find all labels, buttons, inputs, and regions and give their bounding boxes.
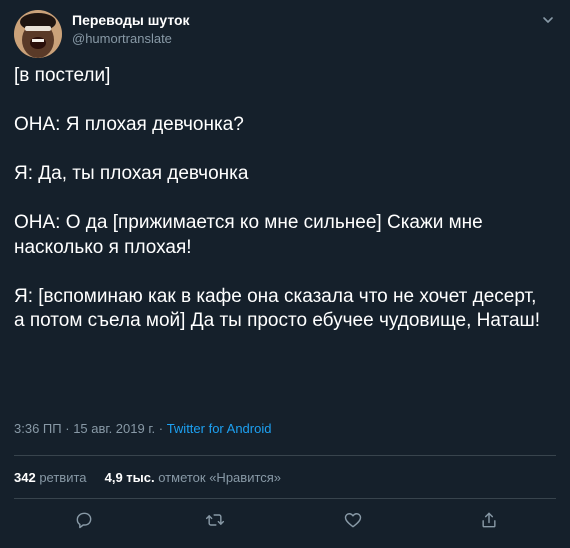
retweets-count: 342 [14, 470, 36, 485]
tweet-line: ОНА: Я плохая девчонка? [14, 114, 244, 135]
retweet-button[interactable] [205, 510, 229, 534]
tweet-line: [в постели] [14, 65, 111, 86]
meta-separator: · [158, 421, 164, 436]
tweet-line [14, 260, 544, 285]
tweet-line [14, 138, 544, 163]
likes-label: отметок «Нравится» [158, 470, 282, 485]
tweet-line [14, 89, 544, 114]
heart-icon [344, 513, 362, 528]
chevron-down-icon[interactable] [540, 12, 556, 28]
share-icon [482, 512, 496, 528]
tweet-line: Я: Да, ты плохая девчонка [14, 163, 249, 184]
divider [14, 455, 556, 456]
tweet-line: ОНА: О да [прижимается ко мне сильнее] С… [14, 212, 483, 258]
avatar[interactable] [14, 10, 62, 58]
tweet-actions [0, 510, 570, 538]
tweet-line [14, 187, 544, 212]
tweet-text: [в постели] ОНА: Я плохая девчонка? Я: Д… [14, 64, 544, 334]
tweet-date[interactable]: 15 авг. 2019 г. [73, 421, 155, 436]
tweet-time[interactable]: 3:36 ПП [14, 421, 62, 436]
like-button[interactable] [343, 510, 367, 534]
tweet-source-link[interactable]: Twitter for Android [167, 421, 272, 436]
meta-separator: · [65, 421, 70, 436]
tweet-line: Я: [вспоминаю как в кафе она сказала что… [14, 285, 541, 332]
share-button[interactable] [479, 510, 503, 534]
likes-stat[interactable]: 4,9 тыс. отметок «Нравится» [105, 470, 281, 485]
tweet-stats: 342 ретвита 4,9 тыс. отметок «Нравится» [14, 470, 281, 485]
author-handle[interactable]: @humortranslate [72, 31, 172, 46]
reply-icon [76, 512, 92, 529]
retweets-stat[interactable]: 342 ретвита [14, 470, 90, 485]
likes-count: 4,9 тыс. [104, 470, 155, 485]
retweet-icon [205, 514, 225, 526]
divider [14, 498, 556, 499]
author-name[interactable]: Переводы шуток [72, 12, 190, 28]
reply-button[interactable] [74, 510, 98, 534]
retweets-label: ретвита [39, 470, 87, 485]
avatar-image [14, 10, 62, 58]
tweet-meta: 3:36 ПП · 15 авг. 2019 г. · Twitter for … [14, 421, 271, 436]
